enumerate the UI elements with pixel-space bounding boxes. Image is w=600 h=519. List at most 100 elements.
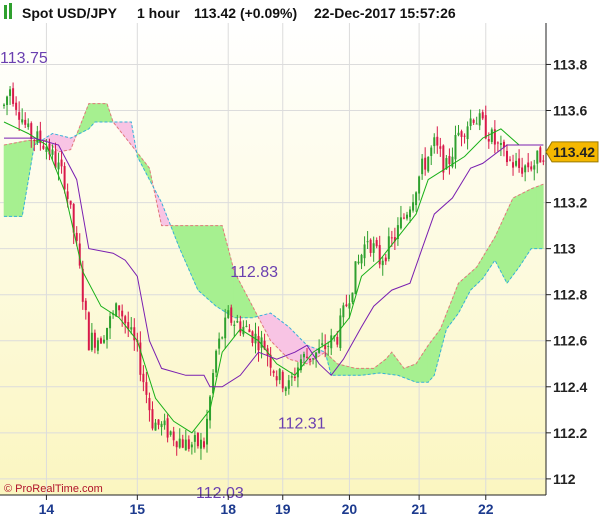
cloud-segment: [497, 223, 502, 272]
candle-body: [93, 332, 96, 348]
candle-body: [463, 135, 466, 137]
candle-body: [405, 214, 408, 219]
candle-body: [248, 329, 251, 333]
cloud-segment: [527, 188, 532, 255]
candle-body: [402, 217, 405, 219]
y-tick-label: 112.6: [553, 333, 587, 349]
cloud-segment: [518, 192, 523, 269]
candle-body: [505, 150, 508, 163]
candle-body: [121, 310, 124, 317]
candle-body: [281, 371, 284, 389]
instrument-name: Spot USD/JPY: [22, 5, 118, 21]
candle-body: [187, 439, 190, 449]
candle-body: [345, 304, 348, 307]
cloud-segment: [18, 141, 23, 217]
cloud-segment: [352, 367, 356, 376]
cloud-segment: [430, 336, 435, 380]
cloud-segment: [427, 340, 432, 383]
cloud-segment: [91, 103, 96, 127]
candle-body: [460, 131, 463, 137]
candle-body: [521, 167, 524, 174]
candle-body: [378, 245, 381, 265]
candle-body: [184, 439, 187, 451]
cloud-segment: [285, 324, 290, 360]
candle-body: [542, 160, 545, 162]
candle-body: [275, 376, 278, 381]
cloud-segment: [358, 368, 362, 376]
candle-body: [472, 119, 475, 123]
candle-body: [336, 336, 339, 345]
candle-body: [384, 257, 387, 262]
cloud-segment: [237, 277, 241, 319]
cloud-segment: [273, 314, 278, 348]
candle-body: [369, 239, 372, 253]
candle-body: [245, 325, 248, 327]
cloud-segment: [515, 194, 520, 272]
last-price-marker: 113.42: [545, 141, 599, 163]
cloud-segment: [424, 344, 429, 383]
candle-body: [327, 345, 330, 347]
cloud-segment: [364, 368, 368, 376]
usdjpy-chart[interactable]: Spot USD/JPY 1 hour 113.42 (+0.09%) 22-D…: [0, 0, 600, 519]
cloud-segment: [243, 288, 247, 319]
candle-body: [415, 192, 418, 206]
cloud-segment: [370, 368, 374, 375]
candle-body: [357, 261, 360, 264]
candle-body: [142, 373, 145, 383]
y-tick-label: 113.6: [553, 102, 587, 118]
candle-body: [312, 358, 315, 360]
plot-background: [0, 23, 546, 495]
candle-body: [524, 165, 527, 173]
cloud-segment: [294, 332, 299, 362]
candle-body: [106, 327, 109, 340]
candle-body: [284, 387, 287, 392]
candle-body: [51, 149, 54, 155]
candle-body: [436, 136, 439, 146]
cloud-segment: [206, 225, 211, 302]
candle-body: [21, 119, 24, 123]
cloud-segment: [15, 141, 20, 217]
cloud-segment: [127, 121, 132, 146]
cloud-segment: [61, 135, 65, 152]
candle-body: [536, 150, 539, 164]
cloud-segment: [406, 365, 411, 381]
cloud-segment: [100, 103, 105, 123]
candle-body: [518, 158, 521, 168]
candle-body: [290, 376, 293, 378]
candle-body: [409, 209, 412, 218]
price-annotation: 113.75: [0, 50, 48, 67]
candle-body: [533, 165, 536, 170]
candle-body: [166, 418, 169, 438]
cloud-segment: [291, 329, 296, 362]
candle-body: [66, 191, 69, 200]
candle-body: [487, 139, 490, 142]
candle-body: [36, 131, 39, 143]
cloud-segment: [270, 312, 274, 345]
candle-body: [178, 438, 181, 448]
cloud-segment: [218, 225, 223, 311]
cloud-segment: [188, 225, 193, 277]
candle-body: [430, 147, 433, 156]
credit-label: © ProRealTime.com: [4, 483, 103, 495]
candle-body: [481, 112, 484, 119]
chart-header: Spot USD/JPY 1 hour 113.42 (+0.09%) 22-D…: [4, 3, 456, 21]
cloud-segment: [403, 366, 408, 380]
cloud-segment: [382, 358, 387, 375]
candle-body: [115, 303, 118, 317]
cloud-segment: [361, 368, 365, 376]
cloud-segment: [343, 364, 347, 376]
candle-body: [539, 147, 542, 163]
cloud-segment: [540, 183, 544, 249]
candle-body: [151, 409, 154, 429]
candle-body: [478, 113, 481, 126]
candle-body: [272, 371, 275, 374]
y-tick-label: 113.8: [553, 56, 587, 72]
candle-body: [193, 435, 196, 442]
candle-body: [351, 292, 354, 303]
candle-body: [227, 310, 230, 318]
candle-body: [218, 338, 221, 349]
candle-body: [24, 119, 27, 125]
candle-body: [230, 307, 233, 323]
candle-body: [309, 358, 312, 361]
candle-body: [260, 337, 263, 348]
